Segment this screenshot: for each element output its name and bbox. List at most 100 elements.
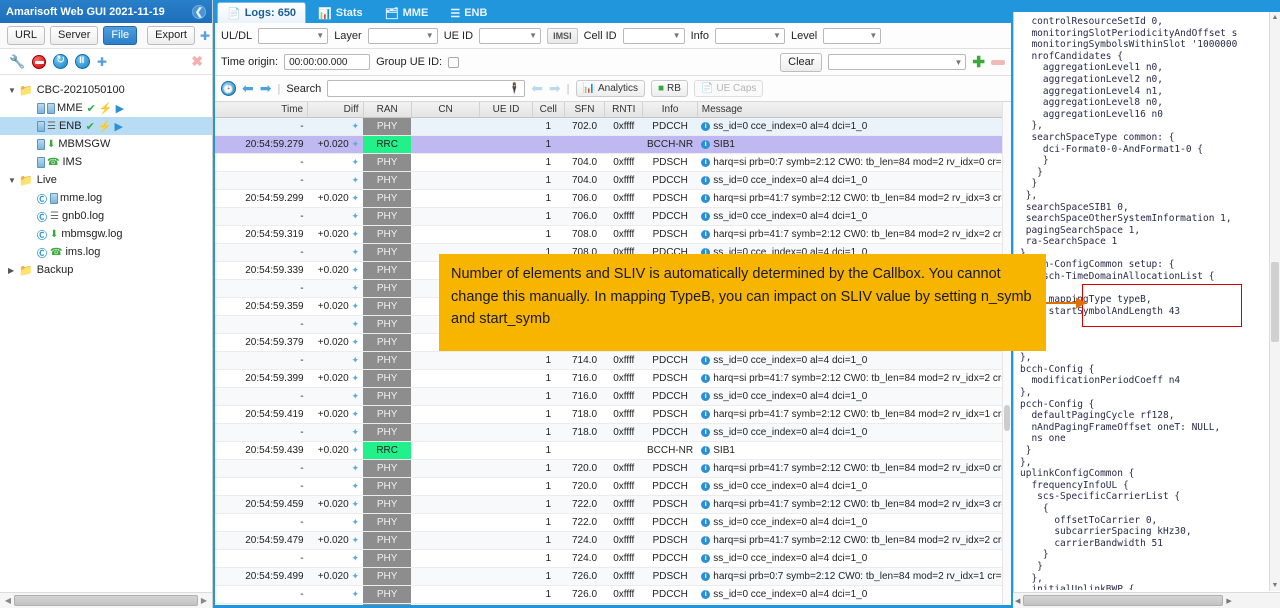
tab-bar[interactable]: 📄 Logs: 650 📊 Stats 🗂 MME ☰ ENB — [215, 0, 1011, 23]
table-row[interactable]: - ✦ PHY 1 720.0 0xffff PDSCH i harq=si prb=41:7… — [215, 459, 1011, 478]
expand-arrow-icon[interactable]: ▼ — [8, 176, 19, 185]
tab-stats[interactable]: 📊 Stats — [308, 2, 373, 23]
cellid-select[interactable]: ▼ — [622, 27, 685, 44]
scroll-left-icon[interactable]: ◀ — [2, 596, 14, 605]
table-row[interactable]: 20:54:59.399 +0.020 ✦ PHY 1 716.0 0xffff PDSCH… — [215, 369, 1011, 388]
table-row[interactable]: - ✦ PHY 1 716.0 0xffff PDCCH i ss_id=0 cce_inde… — [215, 387, 1011, 406]
close-icon[interactable]: ✖ — [191, 53, 203, 70]
config-horizontal-scrollbar[interactable]: ◀ ▶ — [1013, 592, 1280, 608]
tree-item-gnb0-log[interactable]: Ⓒ ☰ gnb0.log — [0, 207, 212, 225]
column-header-info[interactable]: Info — [642, 102, 698, 118]
find-prev-icon[interactable]: ⬅ — [531, 80, 543, 97]
left-horizontal-scrollbar[interactable]: ◀ ▶ — [0, 592, 212, 608]
table-row[interactable]: - ✦ PHY 1 714.0 0xffff PDCCH i ss_id=0 cce_inde… — [215, 351, 1011, 370]
collapse-panel-icon[interactable]: ❮ — [192, 4, 206, 19]
binoculars-icon[interactable]: 🕴 — [507, 82, 521, 95]
column-header-cell[interactable]: Cell — [532, 102, 565, 118]
table-body[interactable]: - ✦ PHY 1 702.0 0xffff PDCCH i ss_id=0 cce_inde… — [215, 117, 1011, 605]
table-row[interactable]: - ✦ PHY 1 706.0 0xffff PDCCH i ss_id=0 cce_inde… — [215, 207, 1011, 226]
config-tree[interactable]: ▼ 📁 CBC-2021050100 MME ✔ ⚡ ▶ ☰ ENB ✔ ⚡ ▶ ⬇ MBMSGW ☎ IMS… — [0, 75, 212, 592]
analytics-button[interactable]: 📊 Analytics — [575, 80, 645, 97]
table-row[interactable]: - ✦ PHY 1 704.0 0xffff PDCCH i ss_id=0 cce_inde… — [215, 171, 1011, 190]
config-hscroll-thumb[interactable] — [1023, 595, 1224, 606]
tree-item-mme[interactable]: MME ✔ ⚡ ▶ — [0, 99, 212, 117]
clear-button[interactable]: Clear — [780, 52, 823, 72]
table-row[interactable]: 20:54:59.279 +0.020 ✦ RRC 1 BCCH-NR i SIB1 — [215, 135, 1011, 154]
scroll-right-icon[interactable]: ▶ — [198, 596, 210, 605]
refresh-icon[interactable] — [53, 53, 68, 69]
table-row[interactable]: - ✦ PHY 1 720.0 0xffff PDCCH i ss_id=0 cce_inde… — [215, 477, 1011, 496]
pause-icon[interactable] — [75, 54, 90, 69]
table-row[interactable]: 20:54:59.459 +0.020 ✦ PHY 1 722.0 0xffff PDSCH… — [215, 495, 1011, 514]
file-button[interactable]: File — [103, 26, 138, 45]
url-button[interactable]: URL — [7, 26, 46, 45]
tab-mme[interactable]: 🗂 MME — [375, 2, 439, 23]
rb-button[interactable]: ■ RB — [650, 80, 688, 97]
column-header-message[interactable]: Message — [697, 102, 1011, 118]
uldl-select[interactable]: ▼ — [258, 27, 329, 44]
clock-icon[interactable]: 🕑 — [221, 81, 236, 96]
minus-icon[interactable] — [991, 59, 1005, 65]
tree-item-mbmsgw[interactable]: ⬇ MBMSGW — [0, 135, 212, 153]
tree-item-cbc-2021050100[interactable]: ▼ 📁 CBC-2021050100 — [0, 81, 212, 99]
column-header-cn[interactable]: CN — [411, 102, 481, 118]
table-row[interactable]: 20:54:59.499 +0.020 ✦ PHY 1 726.0 0xffff PDSCH… — [215, 567, 1011, 586]
table-row[interactable]: 20:54:59.519+0.020 ✦PHY 1728.00xffffPDSCH… — [215, 603, 1011, 605]
nav-next-icon[interactable]: ➡ — [260, 80, 272, 97]
server-button[interactable]: Server — [50, 26, 99, 45]
column-header-diff[interactable]: Diff — [307, 102, 364, 118]
tree-item-enb[interactable]: ☰ ENB ✔ ⚡ ▶ — [0, 117, 212, 135]
log-vertical-scrollbar[interactable] — [1002, 102, 1011, 605]
table-row[interactable]: - ✦ PHY 1 704.0 0xffff PDSCH i harq=si prb=0:7 … — [215, 153, 1011, 172]
stop-icon[interactable] — [32, 54, 46, 69]
find-next-icon[interactable]: ➡ — [549, 80, 561, 97]
expand-arrow-icon[interactable]: ▶ — [8, 266, 19, 275]
play-icon[interactable]: ▶ — [115, 120, 123, 133]
plus-icon[interactable]: ✚ — [972, 55, 985, 70]
group-ue-checkbox[interactable] — [448, 56, 460, 68]
column-header-rnti[interactable]: RNTI — [604, 102, 644, 118]
ueid-select[interactable]: ▼ — [479, 27, 542, 44]
column-header-sfn[interactable]: SFN — [564, 102, 606, 118]
layer-select[interactable]: ▼ — [367, 27, 438, 44]
preset-select[interactable]: ▼ — [828, 54, 967, 70]
table-row[interactable]: - ✦ PHY 1 702.0 0xffff PDCCH i ss_id=0 cce_inde… — [215, 117, 1011, 136]
time-origin-input[interactable]: 00:00:00.000 — [284, 54, 371, 70]
info-select[interactable]: ▼ — [714, 27, 785, 44]
chevron-right-icon[interactable]: ▶ — [1226, 597, 1231, 605]
table-row[interactable]: 20:54:59.479 +0.020 ✦ PHY 1 724.0 0xffff PDSCH… — [215, 531, 1011, 550]
nav-prev-icon[interactable]: ⬅ — [242, 80, 254, 97]
tree-item-mbmsgw-log[interactable]: Ⓒ ⬇ mbmsgw.log — [0, 225, 212, 243]
scroll-thumb[interactable] — [14, 595, 198, 606]
table-row[interactable]: - ✦ PHY 1 718.0 0xffff PDCCH i ss_id=0 cce_inde… — [215, 423, 1011, 442]
search-input[interactable]: 🕴 — [327, 80, 526, 97]
chevron-left-icon[interactable]: ◀ — [1015, 597, 1020, 605]
column-header-ue-id[interactable]: UE ID — [479, 102, 533, 118]
export-button[interactable]: Export — [147, 26, 195, 45]
tree-item-backup[interactable]: ▶ 📁 Backup — [0, 261, 212, 279]
config-vertical-scrollbar[interactable]: ▲ ▼ — [1269, 12, 1280, 591]
ue-caps-button[interactable]: 📄 UE Caps — [693, 80, 764, 97]
log-scroll-thumb[interactable] — [1004, 405, 1010, 431]
plug-icon-2[interactable]: ✚ — [97, 55, 107, 69]
log-table-container[interactable]: Time Diff RAN CN UE ID Cell SFN RNTI Info Message… — [215, 102, 1011, 605]
table-row[interactable]: - ✦ PHY 1 726.0 0xffff PDCCH i ss_id=0 cce_inde… — [215, 585, 1011, 604]
table-row[interactable]: 20:54:59.299 +0.020 ✦ PHY 1 706.0 0xffff PDSCH… — [215, 189, 1011, 208]
expand-arrow-icon[interactable]: ▼ — [8, 86, 19, 95]
tree-item-mme-log[interactable]: Ⓒmme.log — [0, 189, 212, 207]
wrench-icon[interactable]: 🔧 — [9, 54, 25, 70]
tree-item-live[interactable]: ▼ 📁 Live — [0, 171, 212, 189]
plug-icon[interactable]: ✚ — [200, 29, 210, 43]
config-scroll-thumb[interactable] — [1271, 262, 1279, 342]
chevron-up-icon[interactable]: ▲ — [1270, 14, 1280, 21]
level-select[interactable]: ▼ — [823, 27, 882, 44]
table-row[interactable]: - ✦ PHY 1 724.0 0xffff PDCCH i ss_id=0 cce_inde… — [215, 549, 1011, 568]
table-row[interactable]: - ✦ PHY 1 722.0 0xffff PDCCH i ss_id=0 cce_inde… — [215, 513, 1011, 532]
tab-enb[interactable]: ☰ ENB — [440, 2, 497, 23]
table-row[interactable]: 20:54:59.319 +0.020 ✦ PHY 1 708.0 0xffff PDSCH… — [215, 225, 1011, 244]
table-row[interactable]: 20:54:59.439 +0.020 ✦ RRC 1 BCCH-NR i SIB1 — [215, 441, 1011, 460]
tree-item-ims[interactable]: ☎ IMS — [0, 153, 212, 171]
tab-logs-650[interactable]: 📄 Logs: 650 — [217, 2, 307, 23]
column-header-time[interactable]: Time — [215, 102, 309, 118]
imsi-button[interactable]: IMSI — [547, 27, 578, 44]
